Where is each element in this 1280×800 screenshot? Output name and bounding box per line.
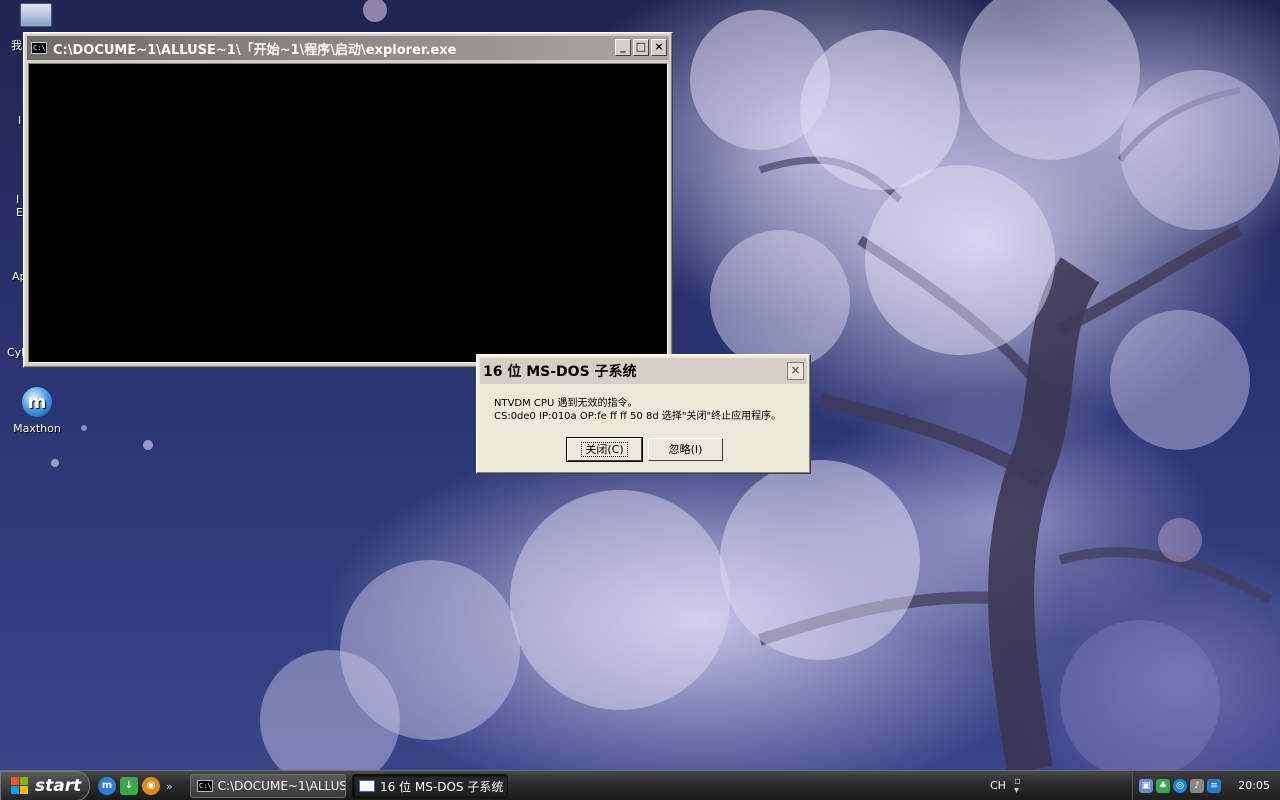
taskbar-item-console[interactable]: C:\ C:\DOCUME~1\ALLUS... (190, 774, 346, 798)
speaker-tray-icon[interactable]: ♪ (1190, 779, 1204, 793)
desktop-icon-maxthon[interactable]: m Maxthon (1, 386, 73, 435)
ime-tray-icon[interactable]: ≡ (1207, 779, 1221, 793)
system-tray: ▣ ♣ ◎ ♪ ≡ 20:05 (1132, 771, 1280, 800)
ignore-button-label: 忽略(I) (668, 443, 703, 456)
start-button[interactable]: start (0, 771, 90, 800)
close-button[interactable]: × (651, 39, 667, 56)
minimize-button[interactable]: _ (615, 39, 631, 56)
tree-tray-icon[interactable]: ♣ (1156, 779, 1170, 793)
windows-flag-icon (11, 777, 29, 795)
clock[interactable]: 20:05 (1238, 779, 1270, 792)
caption-buttons: _ □ × (615, 39, 667, 56)
desktop-label-peek[interactable]: I (16, 193, 19, 206)
dialog-message-line: NTVDM CPU 遇到无效的指令。 (494, 398, 638, 409)
console-title: C:\DOCUME~1\ALLUSE~1\「开始~1\程序\启动\explore… (53, 42, 457, 58)
console-window[interactable]: C:\ C:\DOCUME~1\ALLUSE~1\「开始~1\程序\启动\exp… (23, 32, 673, 368)
taskbar-item-label: 16 位 MS-DOS 子系统 (380, 779, 504, 794)
desktop-label-peek[interactable]: 我 (11, 37, 22, 53)
ntvdm-error-dialog[interactable]: 16 位 MS-DOS 子系统 × NTVDM CPU 遇到无效的指令。 CS:… (476, 354, 811, 474)
player-quicklaunch-icon[interactable]: ◉ (142, 777, 160, 795)
console-screen[interactable] (28, 63, 668, 363)
start-label: start (35, 776, 82, 796)
dialog-title: 16 位 MS-DOS 子系统 (483, 364, 637, 380)
ignore-button[interactable]: 忽略(I) (648, 438, 723, 461)
dialog-message: NTVDM CPU 遇到无效的指令。 CS:0de0 IP:010a OP:fe… (494, 397, 781, 423)
desktop-label-peek[interactable]: E (16, 206, 23, 219)
taskbar-item-label: C:\DOCUME~1\ALLUS... (217, 779, 346, 793)
console-titlebar[interactable]: C:\ C:\DOCUME~1\ALLUSE~1\「开始~1\程序\启动\exp… (27, 36, 669, 60)
dialog-message-line: CS:0de0 IP:010a OP:fe ff ff 50 8d 选择"关闭"… (494, 411, 782, 422)
desktop-icon-label: Maxthon (13, 422, 61, 435)
network-tray-icon[interactable]: ▣ (1139, 779, 1153, 793)
dialog-titlebar[interactable]: 16 位 MS-DOS 子系统 × (480, 358, 807, 384)
window-task-icon (359, 780, 375, 792)
close-app-button-label: 关闭(C) (581, 442, 628, 457)
console-task-icon: C:\ (197, 780, 213, 792)
quick-launch: m ↓ ◉ » (98, 777, 173, 795)
qq-tray-icon[interactable]: ◎ (1173, 779, 1187, 793)
shield-quicklaunch-icon[interactable]: ↓ (120, 777, 138, 795)
dialog-close-icon[interactable]: × (787, 362, 804, 380)
close-app-button[interactable]: 关闭(C) (566, 437, 643, 462)
maxthon-quicklaunch-icon[interactable]: m (98, 777, 116, 795)
desktop-label-peek[interactable]: Cyl (7, 346, 24, 359)
maximize-button[interactable]: □ (633, 39, 649, 56)
desktop-label-peek[interactable]: I (18, 114, 21, 127)
maxthon-icon: m (21, 386, 53, 418)
taskbar-item-dialog[interactable]: 16 位 MS-DOS 子系统 (352, 774, 508, 798)
language-toggle-icon[interactable]: ▫ ▾ (1014, 777, 1021, 796)
language-indicator[interactable]: CH (990, 779, 1006, 792)
console-window-icon[interactable]: C:\ (31, 42, 47, 54)
my-computer-icon[interactable] (20, 3, 52, 27)
chevron-icon[interactable]: » (166, 780, 173, 793)
taskbar: start m ↓ ◉ » C:\ C:\DOCUME~1\ALLUS... 1… (0, 770, 1280, 800)
